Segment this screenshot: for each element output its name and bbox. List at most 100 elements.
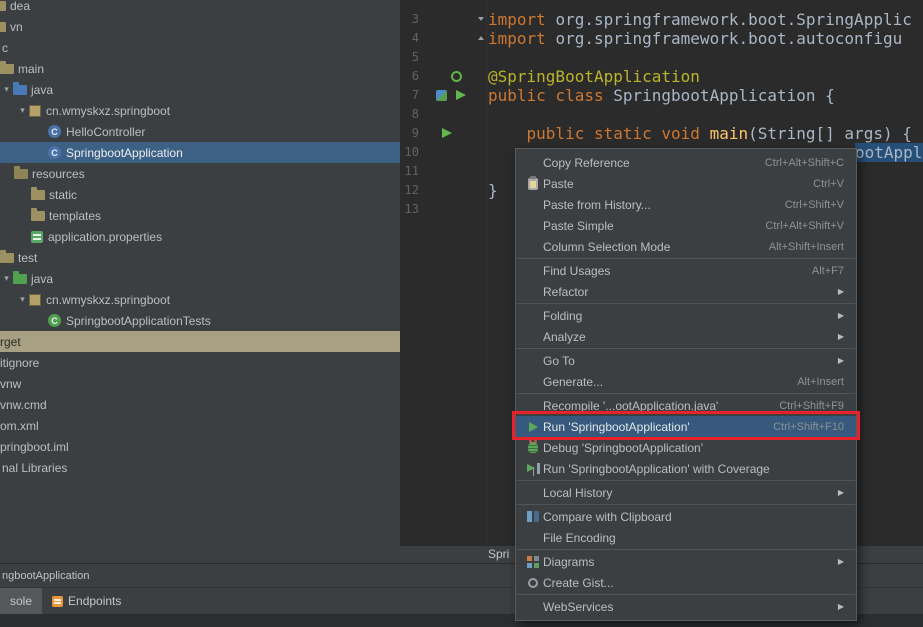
tree-item-java[interactable]: ▾ java (0, 268, 400, 289)
menu-item-label: Diagrams (543, 555, 594, 569)
tree-item-static[interactable]: static (0, 184, 400, 205)
menu-item-folding[interactable]: Folding▶ (516, 305, 856, 326)
menu-item-recompile-ootapplication-java[interactable]: Recompile '...ootApplication.java'Ctrl+S… (516, 395, 856, 416)
menu-item-run-springbootapplication[interactable]: Run 'SpringbootApplication'Ctrl+Shift+F1… (516, 416, 856, 437)
tree-item-itignore[interactable]: itignore (0, 352, 400, 373)
code-line-5[interactable]: 5 (400, 48, 923, 67)
menu-item-diagrams[interactable]: Diagrams▶ (516, 551, 856, 572)
tree-item-nal-libraries[interactable]: nal Libraries (0, 457, 400, 478)
tree-item-dea[interactable]: dea (0, 0, 400, 16)
submenu-arrow-icon: ▶ (838, 602, 844, 611)
line-number: 10 (400, 143, 419, 162)
tree-item-label: templates (49, 209, 101, 223)
menu-item-paste-simple[interactable]: Paste Simple Ctrl+Alt+Shift+V (516, 215, 856, 236)
tree-item-springbootapplicationtests[interactable]: CSpringbootApplicationTests (0, 310, 400, 331)
menu-item-run-springbootapplication-with-coverage[interactable]: Run 'SpringbootApplication' with Coverag… (516, 458, 856, 479)
run-icon[interactable] (442, 128, 452, 138)
menu-item-go-to[interactable]: Go To▶ (516, 350, 856, 371)
tool-tab-label: Endpoints (68, 594, 121, 608)
tool-tab-endpoints[interactable]: Endpoints (42, 588, 131, 614)
tree-item-label: SpringbootApplicationTests (66, 314, 211, 328)
code-token: public class (488, 86, 613, 105)
expand-arrow-icon[interactable]: ▾ (0, 84, 13, 95)
code-line-6[interactable]: 6 @SpringBootApplication (400, 67, 923, 86)
expand-arrow-icon[interactable]: ▾ (0, 273, 13, 284)
fold-down-icon (478, 17, 484, 21)
menu-item-label: Run 'SpringbootApplication' with Coverag… (543, 462, 770, 476)
menu-item-copy-reference[interactable]: Copy Reference Ctrl+Alt+Shift+C (516, 152, 856, 173)
code-line-7[interactable]: 7public class SpringbootApplication { (400, 86, 923, 105)
tree-item-application-properties[interactable]: application.properties (0, 226, 400, 247)
tree-item-cn-wmyskxz-springboot[interactable]: ▾ cn.wmyskxz.springboot (0, 100, 400, 121)
menu-item-label: Go To (543, 354, 575, 368)
tree-item-vnw[interactable]: vnw (0, 373, 400, 394)
menu-item-column-selection-mode[interactable]: Column Selection ModeAlt+Shift+Insert (516, 236, 856, 257)
menu-item-webservices[interactable]: WebServices▶ (516, 596, 856, 617)
menu-item-shortcut: Ctrl+Alt+Shift+C (765, 157, 844, 169)
tree-item-templates[interactable]: templates (0, 205, 400, 226)
menu-item-paste-from-history[interactable]: Paste from History...Ctrl+Shift+V (516, 194, 856, 215)
tree-item-label: main (18, 62, 44, 76)
tree-item-hellocontroller[interactable]: CHelloController (0, 121, 400, 142)
run-icon[interactable] (456, 90, 466, 100)
line-number: 11 (400, 162, 419, 181)
expand-arrow-icon[interactable]: ▾ (16, 105, 29, 116)
tree-item-springbootapplication[interactable]: CSpringbootApplication (0, 142, 400, 163)
menu-item-local-history[interactable]: Local History▶ (516, 482, 856, 503)
menu-item-find-usages[interactable]: Find UsagesAlt+F7 (516, 260, 856, 281)
tree-item-vn[interactable]: vn (0, 16, 400, 37)
tree-item-label: nal Libraries (2, 461, 67, 475)
diff-icon (527, 511, 539, 522)
tool-tab-sole[interactable]: sole (0, 588, 42, 614)
tool-tab-label: sole (10, 594, 32, 608)
tree-item-pringboot-iml[interactable]: pringboot.iml (0, 436, 400, 457)
menu-separator (517, 549, 855, 550)
run-config-label: ngbootApplication (2, 570, 89, 582)
code-token: org.springframework.boot.SpringApplic (555, 10, 911, 29)
menu-item-paste[interactable]: PasteCtrl+V (516, 173, 856, 194)
code-line-8[interactable]: 8 (400, 105, 923, 124)
menu-item-debug-springbootapplication[interactable]: Debug 'SpringbootApplication' (516, 437, 856, 458)
menu-item-refactor[interactable]: Refactor▶ (516, 281, 856, 302)
class-icon: C (48, 146, 61, 159)
code-line-9[interactable]: 9 public static void main(String[] args)… (400, 124, 923, 143)
tree-item-label: rget (0, 335, 21, 349)
menu-item-create-gist[interactable]: Create Gist... (516, 572, 856, 593)
menu-item-label: Paste Simple (543, 219, 614, 233)
boot-run-icon[interactable] (436, 90, 447, 101)
project-tree: deavncmain▾java▾cn.wmyskxz.springbootCHe… (0, 0, 400, 478)
context-menu: Copy Reference Ctrl+Alt+Shift+C PasteCtrl+… (515, 148, 857, 621)
expand-arrow-icon[interactable]: ▾ (16, 294, 29, 305)
paste-icon (528, 178, 538, 190)
tree-item-label: static (49, 188, 77, 202)
menu-item-analyze[interactable]: Analyze▶ (516, 326, 856, 347)
code-text: public class SpringbootApplication { (488, 86, 835, 105)
tree-item-vnw-cmd[interactable]: vnw.cmd (0, 394, 400, 415)
tree-item-cn-wmyskxz-springboot[interactable]: ▾cn.wmyskxz.springboot (0, 289, 400, 310)
spring-icon[interactable] (451, 71, 462, 82)
tree-item-om-xml[interactable]: om.xml (0, 415, 400, 436)
tree-item-c[interactable]: c (0, 37, 400, 58)
menu-item-label: Analyze (543, 330, 586, 344)
tree-item-java[interactable]: ▾java (0, 79, 400, 100)
menu-item-shortcut: Ctrl+Shift+F10 (773, 421, 844, 433)
project-panel: deavncmain▾java▾cn.wmyskxz.springbootCHe… (0, 0, 400, 563)
tree-item-test[interactable]: test (0, 247, 400, 268)
menu-item-file-encoding[interactable]: File Encoding (516, 527, 856, 548)
tree-item-label: test (18, 251, 37, 265)
menu-item-shortcut: Ctrl+Alt+Shift+V (765, 220, 844, 232)
fold-up-icon (478, 36, 484, 40)
tree-item-main[interactable]: main (0, 58, 400, 79)
tree-item-label: java (31, 272, 53, 286)
tree-item-resources[interactable]: resources (0, 163, 400, 184)
menu-item-generate[interactable]: Generate...Alt+Insert (516, 371, 856, 392)
menu-item-shortcut: Alt+Insert (797, 376, 844, 388)
menu-item-label: Copy Reference (543, 156, 630, 170)
code-token: @SpringBootApplication (488, 67, 700, 86)
menu-item-label: Paste from History... (543, 198, 651, 212)
tree-item-label: cn.wmyskxz.springboot (46, 104, 170, 118)
menu-item-compare-with-clipboard[interactable]: Compare with Clipboard (516, 506, 856, 527)
line-number: 6 (400, 67, 419, 86)
line-number: 3 (400, 10, 419, 29)
tree-item-rget[interactable]: rget (0, 331, 400, 352)
